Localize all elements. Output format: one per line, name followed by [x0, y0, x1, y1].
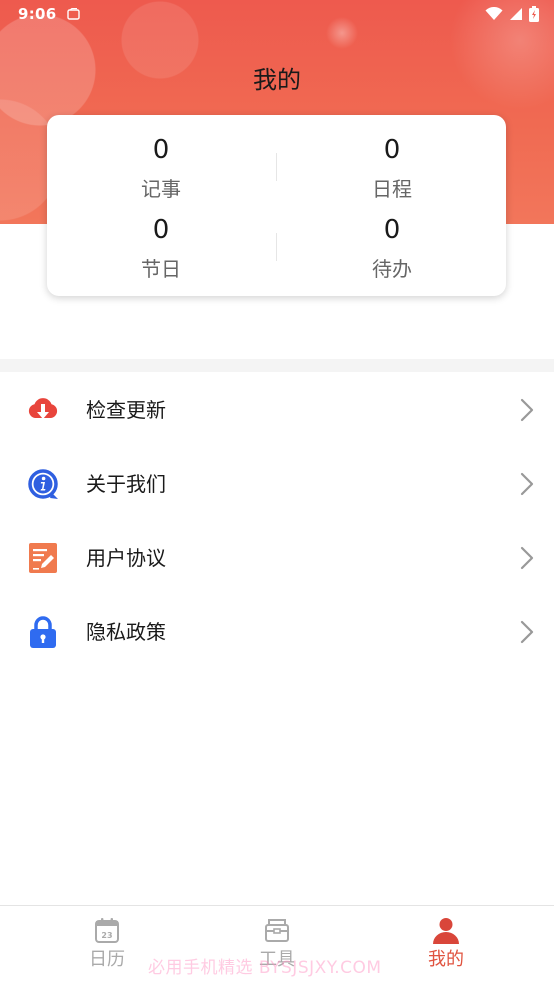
section-divider: [0, 359, 554, 372]
signal-icon: [510, 8, 522, 20]
menu-label-check-update: 检查更新: [86, 398, 166, 422]
stat-schedule-label: 日程: [372, 177, 412, 201]
stat-divider: [276, 233, 277, 261]
stat-todo-value: 0: [383, 215, 401, 245]
stat-divider: [276, 153, 277, 181]
watermark-text: 必用手机精选 BYSJSJXY.COM: [148, 958, 382, 978]
stat-todo-label: 待办: [372, 257, 412, 281]
stat-schedule-value: 0: [383, 135, 401, 165]
menu-item-user-agreement[interactable]: 用户协议: [0, 520, 554, 594]
document-edit-icon: [29, 543, 57, 573]
wifi-icon: [485, 7, 503, 20]
chevron-right-icon: [520, 620, 534, 644]
menu-label-user-agreement: 用户协议: [86, 546, 166, 570]
calendar-icon: 23: [95, 918, 119, 943]
notification-icon: [67, 8, 80, 20]
person-icon: [433, 918, 459, 944]
cloud-download-icon: [28, 398, 58, 419]
stat-holidays-value: 0: [152, 215, 170, 245]
battery-icon: [529, 6, 539, 22]
stat-notes-value: 0: [152, 135, 170, 165]
stat-schedule[interactable]: 0 日程: [292, 135, 492, 203]
menu-label-about-us: 关于我们: [86, 472, 166, 496]
toolbox-icon: [265, 919, 289, 942]
lock-icon: [30, 616, 56, 648]
menu-item-check-update[interactable]: 检查更新: [0, 372, 554, 446]
stat-holidays-label: 节日: [141, 257, 181, 281]
stats-card: 0 记事 0 日程 0 节日 0 待办: [47, 115, 506, 296]
status-icons: [485, 6, 539, 22]
menu-item-privacy-policy[interactable]: 隐私政策: [0, 594, 554, 668]
status-bar: 9:06: [0, 0, 554, 30]
stat-todo[interactable]: 0 待办: [292, 215, 492, 283]
settings-menu: 检查更新 关于我们 用户协议 隐私政策: [0, 372, 554, 668]
tab-mine[interactable]: 我的: [386, 906, 506, 985]
chevron-right-icon: [520, 398, 534, 422]
menu-item-about-us[interactable]: 关于我们: [0, 446, 554, 520]
status-time: 9:06: [18, 5, 57, 23]
stat-holidays[interactable]: 0 节日: [61, 215, 261, 283]
stat-notes-label: 记事: [141, 177, 181, 201]
chevron-right-icon: [520, 472, 534, 496]
menu-label-privacy-policy: 隐私政策: [86, 620, 166, 644]
chevron-right-icon: [520, 546, 534, 570]
info-icon: [28, 469, 58, 499]
stat-notes[interactable]: 0 记事: [61, 135, 261, 203]
page-title: 我的: [253, 66, 301, 94]
tab-mine-label: 我的: [428, 949, 464, 970]
calendar-day-number: 23: [101, 931, 112, 940]
